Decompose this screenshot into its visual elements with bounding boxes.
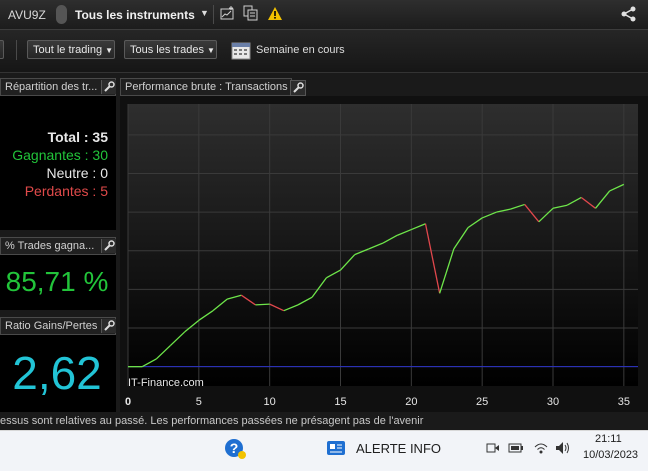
alert-info-label[interactable]: ALERTE INFO bbox=[356, 441, 441, 456]
x-tick-label: 25 bbox=[476, 396, 488, 408]
trades-dropdown-label: Tous les trades bbox=[130, 44, 204, 56]
trading-dropdown-label: Tout le trading bbox=[33, 44, 103, 56]
panel-title-text: Performance brute : Transactions bbox=[125, 81, 288, 93]
wrench-icon[interactable] bbox=[101, 319, 116, 333]
profit-loss-ratio-value: 2,62 bbox=[12, 347, 102, 399]
wifi-icon[interactable] bbox=[533, 441, 549, 455]
chevron-down-icon[interactable]: ▼ bbox=[200, 8, 209, 18]
help-icon[interactable]: ? bbox=[223, 437, 247, 461]
account-id[interactable]: AVU9Z bbox=[8, 8, 46, 22]
toolbar-left-button[interactable] bbox=[0, 40, 4, 59]
winning-count: Gagnantes : 30 bbox=[12, 147, 108, 163]
x-tick-label: 20 bbox=[405, 396, 417, 408]
wrench-icon[interactable] bbox=[101, 80, 116, 94]
divider bbox=[16, 40, 17, 60]
x-tick-label: 35 bbox=[618, 396, 630, 408]
panel-title-text: % Trades gagna... bbox=[5, 240, 95, 252]
add-chart-icon[interactable] bbox=[220, 6, 234, 20]
scroll-handle[interactable] bbox=[56, 5, 67, 24]
battery-icon[interactable] bbox=[508, 443, 524, 453]
calendar-icon[interactable] bbox=[231, 40, 251, 60]
news-icon[interactable] bbox=[326, 440, 346, 456]
performance-chart: 0 5 10 15 20 25 30 35 IT-Finance.com bbox=[125, 104, 638, 408]
repartition-stats: Total : 35 Gagnantes : 30 Neutre : 0 Per… bbox=[12, 128, 108, 200]
panel-title-text: Répartition des tr... bbox=[5, 81, 98, 93]
wrench-icon[interactable] bbox=[101, 239, 116, 253]
period-label[interactable]: Semaine en cours bbox=[256, 44, 345, 56]
instruments-dropdown[interactable]: Tous les instruments bbox=[75, 8, 195, 22]
trading-dropdown[interactable]: Tout le trading ▼ bbox=[27, 40, 115, 59]
clock-date[interactable]: 10/03/2023 bbox=[583, 449, 638, 461]
series-segment-gain bbox=[255, 303, 270, 306]
pct-panel-title: % Trades gagna... bbox=[0, 237, 116, 255]
chart-watermark: IT-Finance.com bbox=[128, 377, 204, 389]
panel-title-text: Ratio Gains/Pertes bbox=[5, 320, 98, 332]
plot-area bbox=[128, 104, 638, 386]
share-icon[interactable] bbox=[620, 5, 638, 23]
chevron-down-icon: ▼ bbox=[105, 46, 114, 55]
total-count: Total : 35 bbox=[47, 129, 108, 145]
x-tick-label: 0 bbox=[125, 396, 131, 408]
losing-count: Perdantes : 5 bbox=[24, 183, 108, 199]
volume-icon[interactable] bbox=[555, 441, 571, 455]
repartition-panel-title: Répartition des tr... bbox=[0, 78, 116, 96]
win-rate-value: 85,71 % bbox=[5, 266, 109, 297]
clock-time[interactable]: 21:11 bbox=[595, 433, 622, 445]
svg-text:?: ? bbox=[230, 440, 239, 456]
disclaimer-text: essus sont relatives au passé. Les perfo… bbox=[0, 412, 648, 430]
chevron-down-icon: ▼ bbox=[207, 46, 215, 55]
performance-panel-title: Performance brute : Transactions bbox=[120, 78, 292, 96]
x-tick-label: 10 bbox=[264, 396, 276, 408]
x-tick-label: 30 bbox=[547, 396, 559, 408]
trades-dropdown[interactable]: Tous les trades ▼ bbox=[124, 40, 217, 59]
copy-icon[interactable] bbox=[243, 5, 258, 21]
warning-icon[interactable] bbox=[268, 7, 282, 20]
wrench-icon[interactable] bbox=[290, 80, 306, 96]
x-tick-label: 5 bbox=[196, 396, 202, 408]
meet-icon[interactable] bbox=[486, 441, 500, 455]
taskbar bbox=[0, 430, 648, 471]
ratio-panel-title: Ratio Gains/Pertes bbox=[0, 317, 116, 335]
x-tick-label: 15 bbox=[334, 396, 346, 408]
neutral-count: Neutre : 0 bbox=[46, 165, 108, 181]
divider bbox=[213, 5, 214, 24]
